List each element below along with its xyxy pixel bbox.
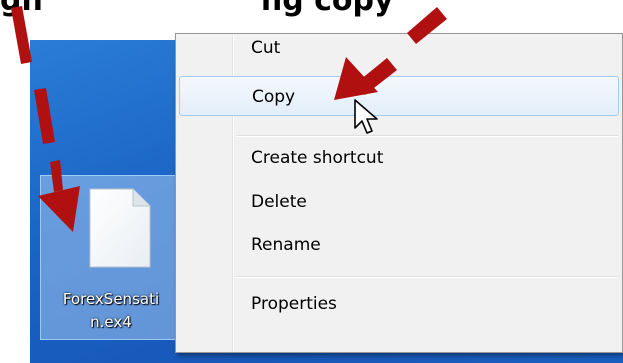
menu-item-properties[interactable]: Properties (179, 284, 619, 324)
file-name-label: ForexSensati n.ex4 (43, 288, 179, 334)
context-menu: Cut Copy Create shortcut Delete Rename P… (175, 33, 623, 353)
menu-separator (236, 276, 618, 278)
menu-item-create-shortcut[interactable]: Create shortcut (179, 138, 619, 178)
menu-item-rename[interactable]: Rename (179, 225, 619, 265)
menu-separator (236, 135, 618, 137)
blank-document-icon (89, 188, 151, 268)
menu-item-label: Rename (251, 235, 321, 255)
heading-left-text: gh (0, 0, 43, 18)
menu-item-label: Copy (252, 87, 296, 107)
file-name-line-1: ForexSensati (62, 290, 160, 308)
menu-item-label: Properties (251, 294, 337, 314)
menu-item-copy[interactable]: Copy (179, 76, 619, 116)
instruction-heading: gh ng copy (0, 0, 623, 18)
menu-item-label: Delete (251, 192, 307, 212)
menu-item-cut[interactable]: Cut (179, 28, 619, 68)
menu-item-label: Cut (251, 38, 281, 58)
desktop-file-icon[interactable]: ForexSensati n.ex4 (40, 175, 180, 340)
menu-item-delete[interactable]: Delete (179, 182, 619, 222)
menu-item-label: Create shortcut (251, 148, 384, 168)
heading-right-text: ng copy (260, 0, 394, 18)
file-name-line-2: n.ex4 (90, 313, 132, 331)
mouse-pointer-icon (354, 99, 378, 134)
screenshot-stage: gh ng copy ForexSensati n.ex4 Cut Copy C… (0, 0, 623, 363)
